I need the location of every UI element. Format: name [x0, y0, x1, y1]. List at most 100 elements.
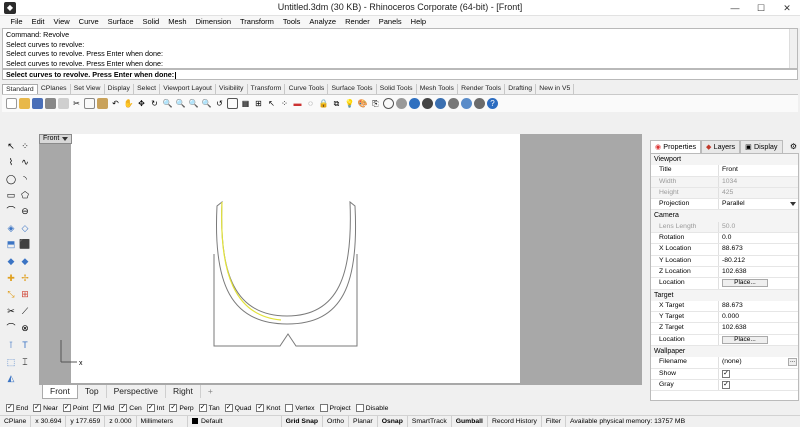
- tab-new-in-v5[interactable]: New in V5: [536, 84, 575, 94]
- pan-icon[interactable]: ✋: [123, 98, 134, 109]
- grid-snap-toggle[interactable]: Grid Snap: [282, 416, 324, 427]
- tab-properties[interactable]: ◉ Properties: [650, 140, 702, 153]
- grid-icon[interactable]: ▦: [240, 98, 251, 109]
- osnap-checkbox[interactable]: ✓: [224, 404, 233, 412]
- render-tool-icon[interactable]: ◭: [5, 372, 17, 384]
- filter-toggle[interactable]: Filter: [542, 416, 566, 427]
- print-icon[interactable]: [45, 98, 56, 109]
- title-field[interactable]: Front: [718, 165, 798, 176]
- render-sphere-icon[interactable]: [435, 98, 446, 109]
- tab-curve-tools[interactable]: Curve Tools: [285, 84, 329, 94]
- maximize-button[interactable]: ☐: [748, 0, 774, 16]
- material-sphere-icon[interactable]: [422, 98, 433, 109]
- loft-icon[interactable]: ◇: [19, 222, 31, 234]
- shaded-sphere-icon[interactable]: [396, 98, 407, 109]
- x-target-field[interactable]: 88.673: [718, 300, 798, 312]
- zoom-icon[interactable]: 🔍: [162, 98, 173, 109]
- browse-button[interactable]: ...: [788, 358, 797, 367]
- y-target-field[interactable]: 0.000: [718, 312, 798, 323]
- history-scrollbar[interactable]: [789, 29, 797, 68]
- osnap-checkbox[interactable]: ✓: [93, 404, 102, 412]
- tab-set-view[interactable]: Set View: [71, 84, 105, 94]
- material-icon[interactable]: [461, 98, 472, 109]
- show-checkbox[interactable]: ✓: [722, 369, 730, 378]
- fillet-icon[interactable]: ⌒: [5, 205, 17, 217]
- osnap-checkbox[interactable]: [355, 404, 364, 412]
- gray-checkbox[interactable]: ✓: [722, 380, 730, 389]
- curve-icon[interactable]: ∿: [19, 156, 31, 168]
- point-cloud-icon[interactable]: ⁘: [19, 140, 31, 152]
- menu-surface[interactable]: Surface: [103, 16, 138, 28]
- osnap-checkbox[interactable]: ✓: [256, 404, 265, 412]
- osnap-vertex[interactable]: Vertex: [285, 404, 315, 412]
- cplane-label[interactable]: CPlane: [0, 416, 32, 427]
- command-history[interactable]: Command: Revolve Select curves to revolv…: [2, 28, 798, 69]
- place-location-button[interactable]: Place...: [722, 279, 768, 288]
- menu-edit[interactable]: Edit: [27, 16, 49, 28]
- cut-icon[interactable]: ✂: [71, 98, 82, 109]
- tab-surface-tools[interactable]: Surface Tools: [328, 84, 377, 94]
- osnap-near[interactable]: ✓ Near: [33, 404, 58, 412]
- profile-curve[interactable]: [215, 200, 357, 325]
- tab-cplanes[interactable]: CPlanes: [38, 84, 71, 94]
- tab-right[interactable]: Right: [166, 385, 201, 398]
- filename-field[interactable]: (none)...: [718, 357, 798, 368]
- menu-transform[interactable]: Transform: [236, 16, 279, 28]
- menu-curve[interactable]: Curve: [74, 16, 103, 28]
- close-button[interactable]: ✕: [774, 0, 800, 16]
- osnap-checkbox[interactable]: ✓: [119, 404, 128, 412]
- osnap-checkbox[interactable]: ✓: [198, 404, 207, 412]
- new-file-icon[interactable]: [6, 98, 17, 109]
- tab-display-panel[interactable]: ▣ Display: [740, 140, 783, 153]
- gumball-toggle[interactable]: Gumball: [452, 416, 488, 427]
- solid-edit-icon[interactable]: ◆: [19, 255, 31, 267]
- four-view-icon[interactable]: [227, 98, 238, 109]
- explode-icon[interactable]: ⊗: [19, 322, 31, 334]
- extrude-icon[interactable]: ⬒: [5, 238, 17, 250]
- analyze-icon[interactable]: ⌶: [19, 356, 31, 368]
- smarttrack-toggle[interactable]: SmartTrack: [408, 416, 452, 427]
- split-icon[interactable]: ⟋: [19, 305, 31, 317]
- z-target-field[interactable]: 102.638: [718, 323, 798, 334]
- circle-icon[interactable]: ◯: [5, 173, 17, 185]
- wireframe-sphere-icon[interactable]: [383, 98, 394, 109]
- bulb-icon[interactable]: 💡: [344, 98, 355, 109]
- menu-render[interactable]: Render: [341, 16, 375, 28]
- rectangle-icon[interactable]: ▭: [5, 189, 17, 201]
- help-icon[interactable]: ?: [487, 98, 498, 109]
- polyline-icon[interactable]: ⌇: [5, 156, 17, 168]
- tab-drafting[interactable]: Drafting: [505, 84, 537, 94]
- units-label[interactable]: Millimeters: [137, 416, 189, 427]
- menu-analyze[interactable]: Analyze: [305, 16, 341, 28]
- point-icon[interactable]: ⁘: [279, 98, 290, 109]
- menu-solid[interactable]: Solid: [138, 16, 164, 28]
- offset-icon[interactable]: ⊖: [19, 205, 31, 217]
- undo-view-icon[interactable]: ↺: [214, 98, 225, 109]
- select-arrow-icon[interactable]: ↖: [5, 140, 17, 152]
- osnap-checkbox[interactable]: ✓: [33, 404, 42, 412]
- options-icon[interactable]: [474, 98, 485, 109]
- paste-icon[interactable]: [97, 98, 108, 109]
- x-location-field[interactable]: 88.673: [718, 244, 798, 255]
- tab-select[interactable]: Select: [134, 84, 161, 94]
- zoom-extents-icon[interactable]: 🔍: [188, 98, 199, 109]
- dimension-icon[interactable]: ⊺: [5, 339, 17, 351]
- osnap-knot[interactable]: ✓ Knot: [256, 404, 280, 412]
- menu-help[interactable]: Help: [406, 16, 430, 28]
- gear-icon[interactable]: ⚙: [790, 141, 799, 153]
- join-icon[interactable]: ⌒: [5, 322, 17, 334]
- osnap-point[interactable]: ✓ Point: [62, 404, 88, 412]
- tab-visibility[interactable]: Visibility: [216, 84, 248, 94]
- render-preview-icon[interactable]: [448, 98, 459, 109]
- arc-icon[interactable]: ◝: [19, 173, 31, 185]
- scale-icon[interactable]: ⤡: [5, 288, 17, 300]
- y-location-field[interactable]: -80.212: [718, 255, 798, 266]
- osnap-checkbox[interactable]: [319, 404, 328, 412]
- ortho-toggle[interactable]: Ortho: [323, 416, 350, 427]
- select-icon[interactable]: ↖: [266, 98, 277, 109]
- menu-dimension[interactable]: Dimension: [191, 16, 235, 28]
- base-profile[interactable]: [213, 254, 358, 347]
- zoom-selected-icon[interactable]: 🔍: [201, 98, 212, 109]
- planar-toggle[interactable]: Planar: [349, 416, 378, 427]
- osnap-mid[interactable]: ✓ Mid: [93, 404, 114, 412]
